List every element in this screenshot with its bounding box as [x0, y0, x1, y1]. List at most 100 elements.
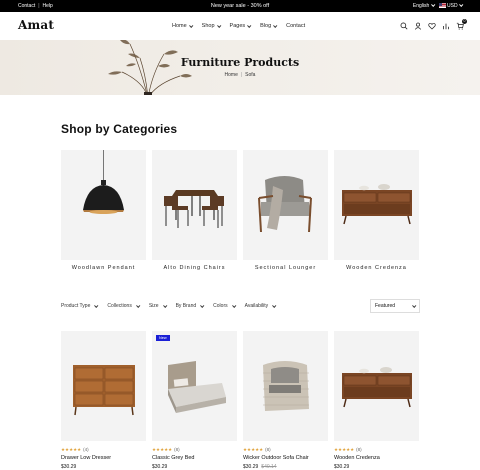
category-label[interactable]: Sectional Lounger	[243, 265, 328, 271]
cart-icon[interactable]: 0	[456, 19, 467, 30]
category-card-pendant[interactable]	[61, 150, 146, 260]
nav-label: Shop	[201, 23, 215, 29]
nav-item-blog[interactable]: Blog	[260, 23, 278, 29]
sort-value: Featured	[375, 303, 396, 309]
currency-select[interactable]: USD	[438, 2, 464, 9]
nav-label: Pages	[229, 23, 246, 29]
filter-size[interactable]: Size	[148, 303, 167, 309]
filter-label: Product Type	[61, 303, 91, 309]
old-price: $40.14	[261, 464, 277, 470]
page-hero-banner: Furniture Products Home | Sofa	[0, 40, 480, 95]
compare-icon[interactable]	[442, 22, 450, 30]
rating-stars: ★★★★★ (8)	[334, 447, 362, 452]
chevron-down-icon	[412, 303, 417, 308]
review-count: (8)	[174, 447, 180, 452]
filter-label: By Brand	[175, 303, 197, 309]
breadcrumb-current: Sofa	[245, 72, 256, 78]
rating-stars: ★★★★★ (8)	[243, 447, 271, 452]
language-select[interactable]: English	[412, 2, 435, 9]
promo-text: New year sale - 30% off	[210, 3, 270, 9]
product-price: $30.29	[61, 464, 76, 470]
breadcrumb: Home | Sofa	[0, 72, 480, 78]
filter-label: Availability	[244, 303, 269, 309]
filter-availability[interactable]: Availability	[244, 303, 277, 309]
currency-label: USD	[447, 3, 458, 9]
dresser-image	[73, 365, 135, 416]
nav-label: Contact	[286, 23, 306, 29]
filter-brand[interactable]: By Brand	[175, 303, 205, 309]
announcement-bar: Contact | Help New year sale - 30% off E…	[0, 0, 480, 12]
product-card-wicker-chair[interactable]	[243, 331, 328, 441]
credenza-image	[342, 367, 412, 408]
product-card-credenza[interactable]	[334, 331, 419, 441]
product-name[interactable]: Classic Grey Bed	[152, 455, 195, 461]
product-name[interactable]: Wooden Credenza	[334, 455, 380, 461]
filter-label: Size	[148, 303, 159, 309]
breadcrumb-separator: |	[240, 72, 243, 78]
chevron-down-icon	[162, 303, 167, 308]
filter-label: Collections	[107, 303, 132, 309]
price-value: $30.29	[243, 464, 259, 470]
dining-set-image	[164, 190, 224, 228]
product-price: $30.29	[334, 464, 349, 470]
us-flag-icon	[438, 3, 446, 8]
chevron-down-icon	[247, 23, 252, 28]
nav-item-home[interactable]: Home	[172, 23, 194, 29]
price-value: $30.29	[61, 464, 77, 470]
categories-heading: Shop by Categories	[61, 122, 178, 136]
bed-image	[168, 361, 226, 413]
product-name[interactable]: Drawer Low Dresser	[61, 455, 111, 461]
chevron-down-icon	[430, 2, 435, 7]
main-navigation: Amat Home Shop Pages Blog Contact 0	[0, 12, 480, 40]
sort-select[interactable]: Featured	[370, 299, 420, 313]
review-count: (8)	[265, 447, 271, 452]
filter-bar: Product Type Collections Size By Brand C…	[61, 303, 277, 309]
category-label[interactable]: Woodlawn Pendant	[61, 265, 146, 271]
search-icon[interactable]	[400, 22, 408, 30]
cart-count-badge: 0	[462, 19, 467, 24]
product-price: $30.29 $40.14	[243, 464, 277, 470]
chevron-down-icon	[231, 303, 236, 308]
rating-stars: ★★★★★ (8)	[152, 447, 180, 452]
rating-stars: ★★★★★ (4)	[61, 447, 89, 452]
category-card-credenza[interactable]	[334, 150, 419, 260]
review-count: (8)	[356, 447, 362, 452]
nav-label: Home	[172, 23, 187, 29]
nav-item-shop[interactable]: Shop	[201, 23, 221, 29]
filter-colors[interactable]: Colors	[213, 303, 236, 309]
wicker-chair-image	[263, 361, 309, 411]
product-card-bed[interactable]: New	[152, 331, 237, 441]
product-name[interactable]: Wicker Outdoor Sofa Chair	[243, 455, 309, 461]
header-icons: 0	[400, 19, 467, 30]
topbar-settings: English USD	[412, 2, 464, 9]
price-value: $30.29	[152, 464, 168, 470]
chevron-down-icon	[200, 303, 205, 308]
chevron-down-icon	[273, 23, 278, 28]
filter-product-type[interactable]: Product Type	[61, 303, 99, 309]
chevron-down-icon	[94, 303, 99, 308]
product-price: $30.29	[152, 464, 167, 470]
logo[interactable]: Amat	[18, 18, 54, 32]
category-label[interactable]: Wooden Credenza	[334, 265, 419, 271]
language-label: English	[412, 3, 430, 9]
product-card-dresser[interactable]	[61, 331, 146, 441]
chevron-down-icon	[135, 303, 141, 308]
breadcrumb-home[interactable]: Home	[225, 72, 238, 78]
review-count: (4)	[83, 447, 89, 452]
wishlist-icon[interactable]	[428, 22, 436, 30]
credenza-image	[342, 184, 412, 225]
filter-collections[interactable]: Collections	[107, 303, 141, 309]
nav-label: Blog	[260, 23, 272, 29]
nav-item-contact[interactable]: Contact	[286, 23, 305, 29]
lounge-chair-image	[258, 176, 312, 233]
page-title: Furniture Products	[180, 56, 300, 69]
category-label[interactable]: Alto Dining Chairs	[152, 265, 237, 271]
pendant-lamp-image	[83, 150, 124, 214]
price-value: $30.29	[334, 464, 350, 470]
filter-label: Colors	[213, 303, 228, 309]
nav-item-pages[interactable]: Pages	[229, 23, 252, 29]
category-card-lounger[interactable]	[243, 150, 328, 260]
account-icon[interactable]	[414, 22, 422, 30]
category-card-dining[interactable]	[152, 150, 237, 260]
nav-menu: Home Shop Pages Blog Contact	[172, 23, 305, 29]
